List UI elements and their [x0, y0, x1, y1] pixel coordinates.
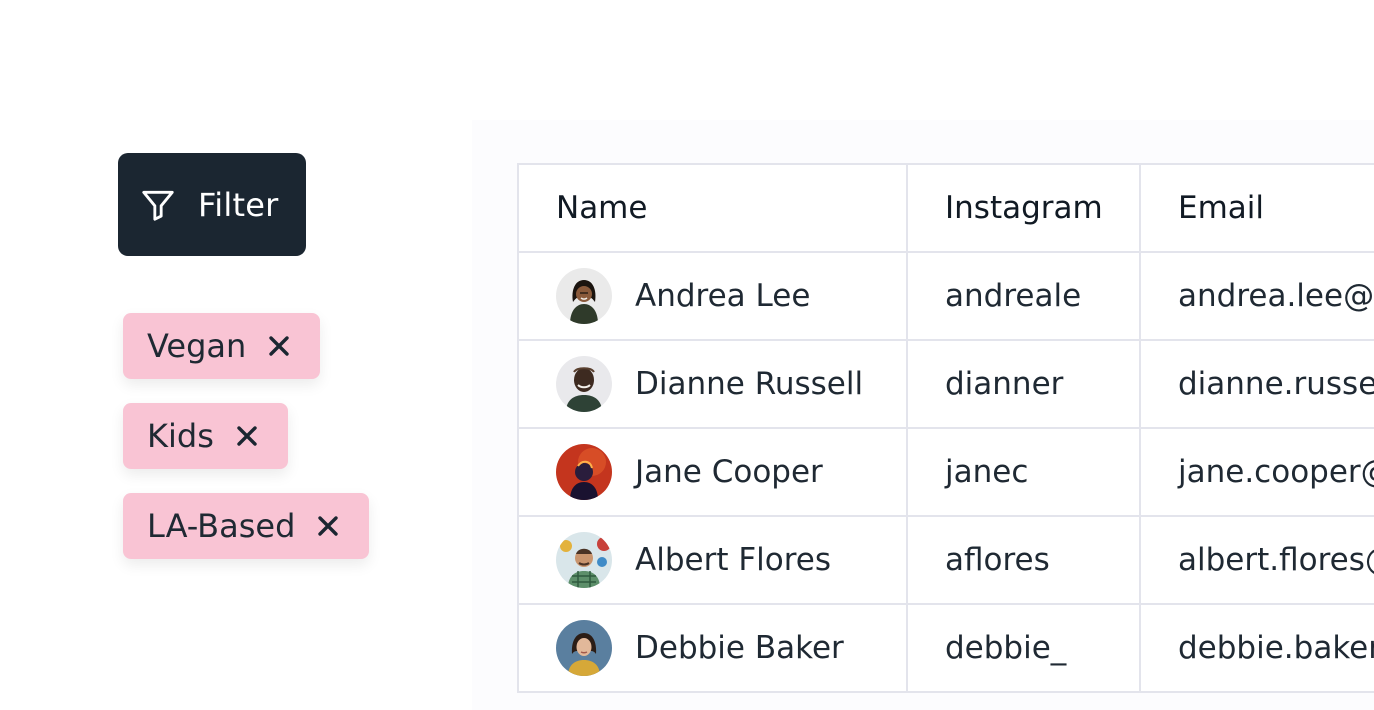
- close-icon[interactable]: [266, 333, 292, 359]
- person-name: Jane Cooper: [635, 454, 823, 490]
- email-cell: dianne.russell@example.com: [1139, 339, 1374, 429]
- person-name: Debbie Baker: [635, 630, 844, 666]
- avatar-albert-flores: [556, 532, 612, 588]
- name-cell: Debbie Baker: [517, 603, 908, 693]
- table-header-row: Name Instagram Email: [517, 163, 1374, 253]
- filter-button-label: Filter: [198, 185, 279, 224]
- avatar-jane-cooper: [556, 444, 612, 500]
- email-cell: andrea.lee@example.com: [1139, 251, 1374, 341]
- tag-label: Kids: [147, 417, 214, 455]
- avatar-dianne-russell: [556, 356, 612, 412]
- table-row[interactable]: Dianne Russell dianner dianne.russell@ex…: [517, 339, 1374, 429]
- tag-label: LA-Based: [147, 507, 296, 545]
- avatar-debbie-baker: [556, 620, 612, 676]
- instagram-cell: aflores: [906, 515, 1141, 605]
- person-name: Andrea Lee: [635, 278, 811, 314]
- filter-funnel-icon: [138, 185, 178, 225]
- instagram-cell: dianner: [906, 339, 1141, 429]
- person-name: Albert Flores: [635, 542, 832, 578]
- tag-label: Vegan: [147, 327, 247, 365]
- close-icon[interactable]: [234, 423, 260, 449]
- stage: Filter Vegan Kids LA-Based Name Instagra…: [0, 0, 1374, 710]
- tag-kids: Kids: [123, 403, 288, 469]
- person-name: Dianne Russell: [635, 366, 864, 402]
- people-table: Name Instagram Email Andrea Lee andreale…: [517, 163, 1374, 693]
- column-header-instagram[interactable]: Instagram: [906, 163, 1141, 253]
- instagram-cell: andreale: [906, 251, 1141, 341]
- column-header-email[interactable]: Email: [1139, 163, 1374, 253]
- table-row[interactable]: Debbie Baker debbie_ debbie.baker@exampl…: [517, 603, 1374, 693]
- tag-vegan: Vegan: [123, 313, 321, 379]
- filter-button[interactable]: Filter: [118, 153, 306, 256]
- table-row[interactable]: Albert Flores aflores albert.flores@exam…: [517, 515, 1374, 605]
- column-header-name[interactable]: Name: [517, 163, 908, 253]
- name-cell: Jane Cooper: [517, 427, 908, 517]
- table-row[interactable]: Andrea Lee andreale andrea.lee@example.c…: [517, 251, 1374, 341]
- name-cell: Andrea Lee: [517, 251, 908, 341]
- name-cell: Dianne Russell: [517, 339, 908, 429]
- email-cell: albert.flores@example.com: [1139, 515, 1374, 605]
- avatar-andrea-lee: [556, 268, 612, 324]
- instagram-cell: debbie_: [906, 603, 1141, 693]
- tag-la-based: LA-Based: [123, 493, 370, 559]
- email-cell: debbie.baker@example.com: [1139, 603, 1374, 693]
- close-icon[interactable]: [315, 513, 341, 539]
- name-cell: Albert Flores: [517, 515, 908, 605]
- instagram-cell: janec: [906, 427, 1141, 517]
- table-row[interactable]: Jane Cooper janec jane.cooper@example.co…: [517, 427, 1374, 517]
- email-cell: jane.cooper@example.com: [1139, 427, 1374, 517]
